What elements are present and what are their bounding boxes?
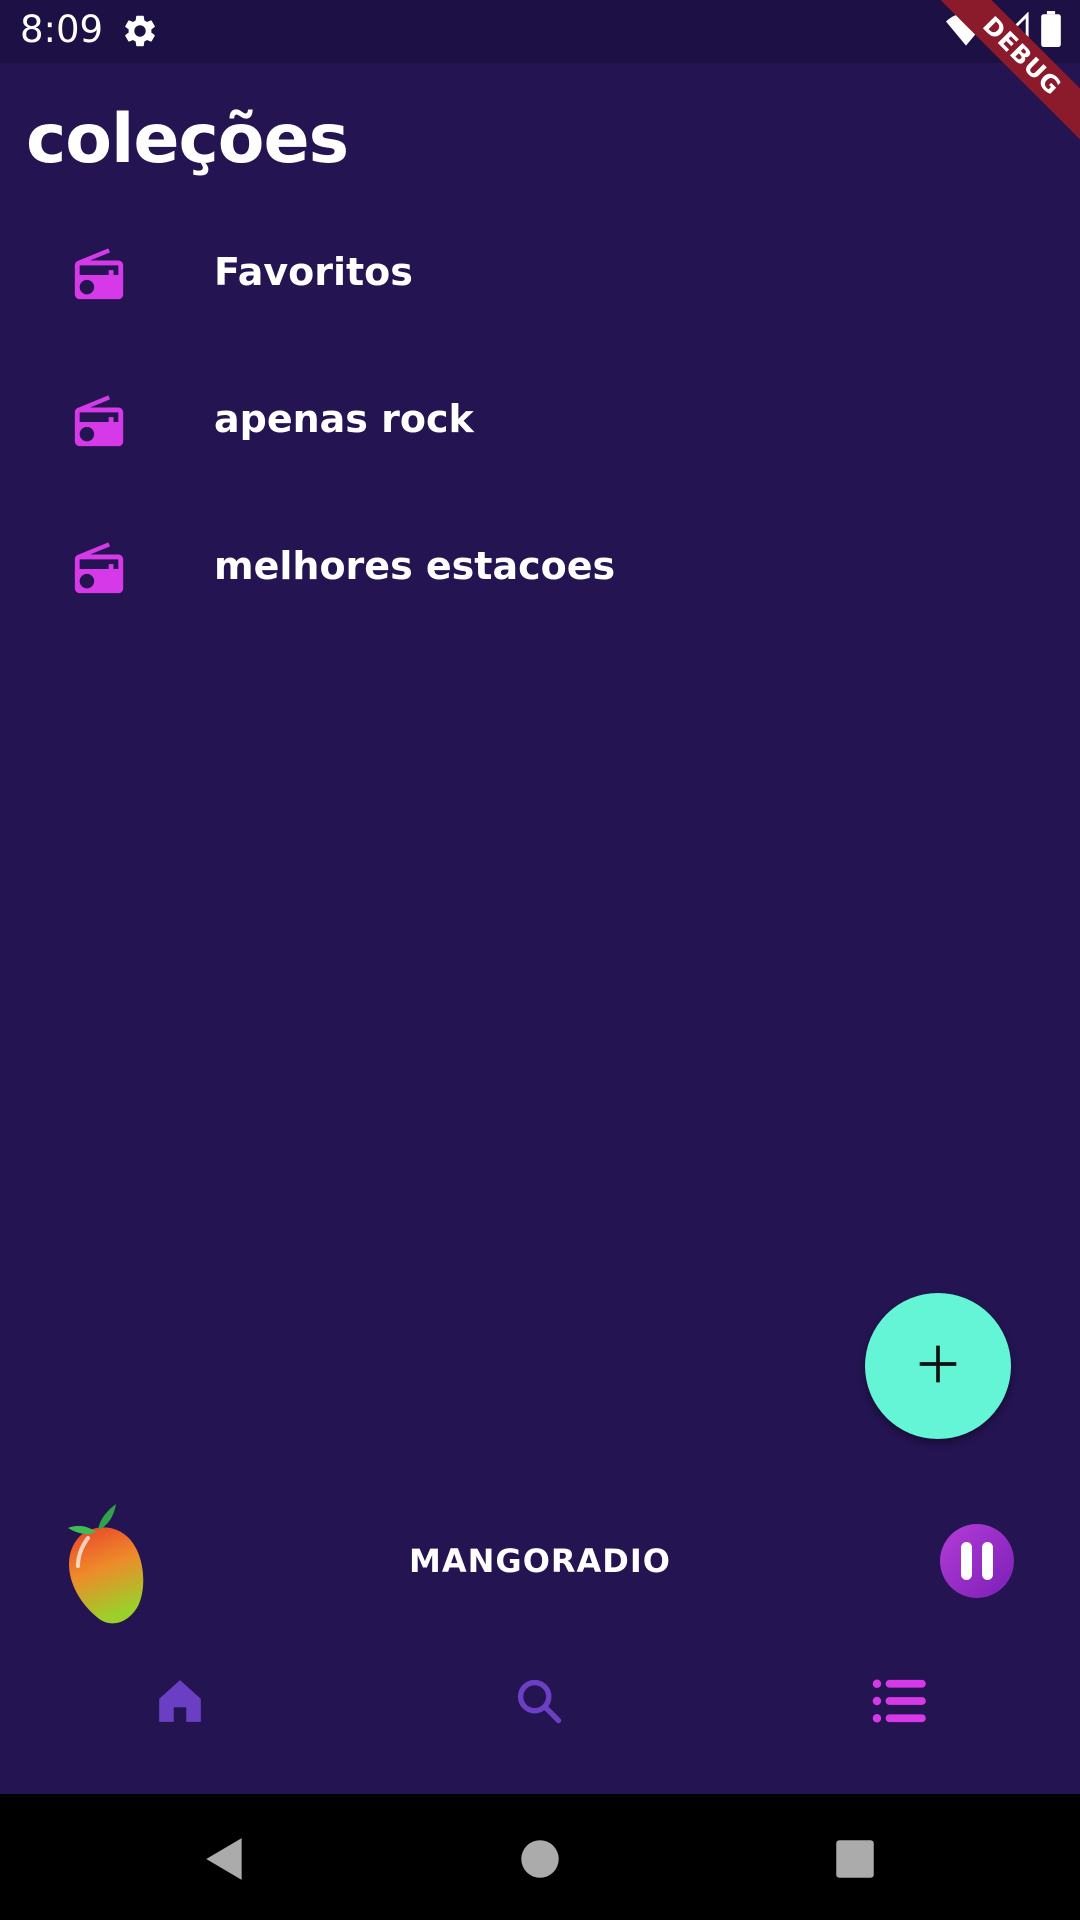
collection-label: apenas rock xyxy=(214,397,474,441)
pause-icon-bar-left xyxy=(961,1542,972,1580)
add-collection-button[interactable] xyxy=(865,1293,1011,1439)
system-navigation-bar xyxy=(0,1794,1080,1920)
collection-item-favoritos[interactable]: Favoritos xyxy=(0,200,1080,347)
back-icon[interactable] xyxy=(200,1834,250,1884)
pause-icon-bar-right xyxy=(982,1542,993,1580)
home-circle-icon[interactable] xyxy=(515,1834,565,1884)
status-bar: 8:09 xyxy=(0,0,1080,63)
pause-button[interactable] xyxy=(940,1524,1014,1598)
page-title: coleções xyxy=(26,100,349,179)
status-time: 8:09 xyxy=(20,8,104,51)
collection-item-melhores-estacoes[interactable]: melhores estacoes xyxy=(0,494,1080,641)
radio-icon xyxy=(70,540,128,598)
collection-list: Favoritos apenas rock melhores estacoes xyxy=(0,200,1080,641)
mini-player[interactable]: MANGORADIO xyxy=(0,1490,1080,1630)
nav-search[interactable] xyxy=(504,1668,574,1738)
list-icon xyxy=(872,1678,926,1728)
nav-home[interactable] xyxy=(145,1668,215,1738)
collection-label: Favoritos xyxy=(214,250,413,294)
home-icon xyxy=(155,1676,205,1730)
recents-icon[interactable] xyxy=(830,1834,880,1884)
collection-label: melhores estacoes xyxy=(214,544,616,588)
bottom-navigation xyxy=(0,1650,1080,1760)
debug-ribbon-label: DEBUG xyxy=(931,0,1080,147)
nav-collections[interactable] xyxy=(864,1668,934,1738)
collection-item-apenas-rock[interactable]: apenas rock xyxy=(0,347,1080,494)
plus-icon xyxy=(916,1342,960,1390)
settings-gear-icon xyxy=(121,12,159,50)
search-icon xyxy=(513,1675,565,1731)
debug-banner: DEBUG xyxy=(920,0,1080,160)
radio-icon xyxy=(70,393,128,451)
station-name: MANGORADIO xyxy=(409,1542,671,1580)
radio-icon xyxy=(70,246,128,304)
